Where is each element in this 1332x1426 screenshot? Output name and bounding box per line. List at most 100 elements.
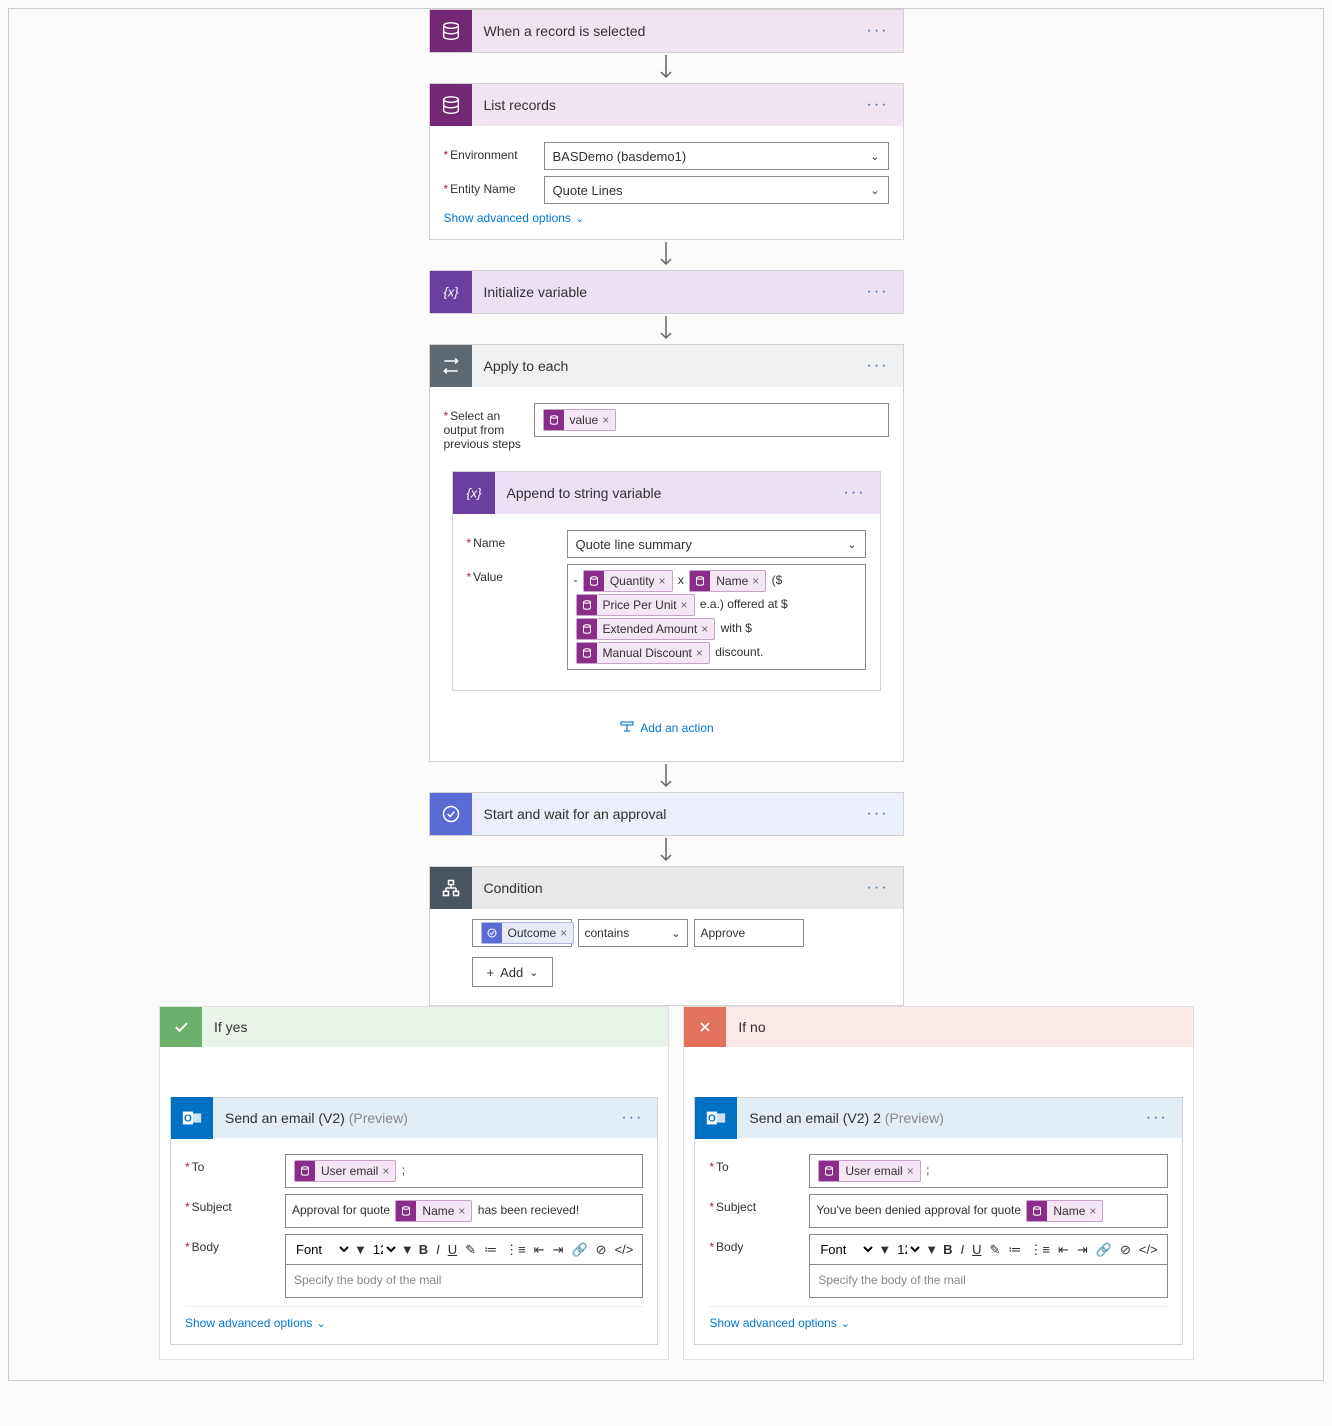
select-output-label: Select an output from previous steps — [444, 403, 534, 451]
indent-icon[interactable]: ⇥ — [550, 1242, 567, 1258]
italic-icon[interactable]: I — [433, 1242, 443, 1257]
numbers-icon[interactable]: ⋮≡ — [1026, 1242, 1053, 1258]
show-advanced-link[interactable]: Show advanced options ⌄ — [444, 211, 585, 225]
indent-icon[interactable]: ⇥ — [1074, 1242, 1091, 1258]
variable-icon: {x} — [430, 271, 472, 313]
outlook-icon: O — [695, 1097, 737, 1139]
link-icon[interactable]: 🔗 — [1093, 1242, 1115, 1258]
list-title: List records — [472, 97, 853, 113]
bullets-icon[interactable]: ≔ — [481, 1242, 500, 1258]
append-name-select[interactable]: Quote line summary⌄ — [567, 530, 866, 558]
condition-op[interactable]: contains⌄ — [578, 919, 688, 947]
bold-icon[interactable]: B — [940, 1242, 955, 1257]
add-action-link[interactable]: Add an action — [618, 719, 713, 737]
arrow-icon — [658, 240, 674, 270]
trigger-title: When a record is selected — [472, 23, 853, 39]
body-field[interactable]: Specify the body of the mail — [285, 1264, 643, 1298]
price-token[interactable]: Price Per Unit× — [576, 594, 695, 616]
show-advanced-link[interactable]: Show advanced options ⌄ — [709, 1316, 850, 1330]
unlink-icon[interactable]: ⊘ — [1117, 1242, 1134, 1258]
loop-menu[interactable]: ··· — [853, 357, 903, 375]
outdent-icon[interactable]: ⇤ — [1055, 1242, 1072, 1258]
arrow-icon — [658, 314, 674, 344]
if-yes-branch: If yes O Send an email (V2) (Preview) ··… — [159, 1006, 669, 1360]
check-icon — [160, 1007, 202, 1047]
highlight-icon[interactable]: ✎ — [987, 1242, 1004, 1258]
email-no-card[interactable]: O Send an email (V2) 2 (Preview) ··· To … — [694, 1097, 1182, 1345]
condition-card[interactable]: Condition ··· Outcome× contains⌄ Approve… — [429, 866, 904, 1006]
condition-left[interactable]: Outcome× — [472, 919, 572, 947]
append-name-label: Name — [467, 530, 567, 550]
italic-icon[interactable]: I — [958, 1242, 968, 1257]
font-select[interactable]: Font — [292, 1241, 352, 1258]
subject-field[interactable]: You've been denied approval for quote Na… — [809, 1194, 1167, 1228]
env-select[interactable]: BASDemo (basdemo1)⌄ — [544, 142, 889, 170]
bold-icon[interactable]: B — [416, 1242, 431, 1257]
font-select[interactable]: Font — [816, 1241, 876, 1258]
name-token[interactable]: Name× — [1026, 1200, 1103, 1222]
outlook-icon: O — [171, 1097, 213, 1139]
size-select[interactable]: 12 — [893, 1241, 923, 1258]
email-no-title: Send an email (V2) 2 (Preview) — [737, 1110, 1131, 1126]
body-field[interactable]: Specify the body of the mail — [809, 1264, 1167, 1298]
email-yes-card[interactable]: O Send an email (V2) (Preview) ··· To Us… — [170, 1097, 658, 1345]
append-menu[interactable]: ··· — [830, 484, 880, 502]
user-email-token[interactable]: User email× — [294, 1160, 396, 1182]
size-select[interactable]: 12 — [369, 1241, 399, 1258]
subject-label: Subject — [709, 1194, 809, 1214]
svg-text:{x}: {x} — [466, 486, 482, 501]
to-field[interactable]: User email× ; — [285, 1154, 643, 1188]
cds-icon — [430, 10, 472, 52]
remove-token[interactable]: × — [602, 409, 609, 431]
approval-card[interactable]: Start and wait for an approval ··· — [429, 792, 904, 836]
append-card[interactable]: {x} Append to string variable ··· Name Q… — [452, 471, 881, 691]
approval-menu[interactable]: ··· — [853, 805, 903, 823]
to-field[interactable]: User email× ; — [809, 1154, 1167, 1188]
add-condition-button[interactable]: +Add⌄ — [472, 957, 554, 987]
show-advanced-link[interactable]: Show advanced options ⌄ — [185, 1316, 326, 1330]
body-label: Body — [185, 1234, 285, 1254]
email-yes-menu[interactable]: ··· — [607, 1109, 657, 1127]
link-icon[interactable]: 🔗 — [568, 1242, 590, 1258]
loop-card[interactable]: Apply to each ··· Select an output from … — [429, 344, 904, 762]
list-records-card[interactable]: List records ··· Environment BASDemo (ba… — [429, 83, 904, 240]
to-label: To — [185, 1154, 285, 1174]
chevron-down-icon: ⌄ — [870, 150, 879, 163]
trigger-menu[interactable]: ··· — [853, 22, 903, 40]
subject-field[interactable]: Approval for quote Name× has been reciev… — [285, 1194, 643, 1228]
discount-token[interactable]: Manual Discount× — [576, 642, 710, 664]
email-no-menu[interactable]: ··· — [1132, 1109, 1182, 1127]
underline-icon[interactable]: U — [445, 1242, 460, 1257]
extended-token[interactable]: Extended Amount× — [576, 618, 716, 640]
initvar-menu[interactable]: ··· — [853, 283, 903, 301]
entity-select[interactable]: Quote Lines⌄ — [544, 176, 889, 204]
append-value-field[interactable]: - Quantity× x Name× ($ Price Per Unit× e… — [567, 564, 866, 670]
variable-icon: {x} — [453, 472, 495, 514]
rte-toolbar: Font ▼ 12 ▼ B I U ✎ ≔ ⋮≡ ⇤ — [285, 1234, 643, 1264]
plus-icon: + — [487, 965, 495, 980]
bullets-icon[interactable]: ≔ — [1005, 1242, 1024, 1258]
highlight-icon[interactable]: ✎ — [462, 1242, 479, 1258]
approval-title: Start and wait for an approval — [472, 806, 853, 822]
condition-right[interactable]: Approve — [694, 919, 804, 947]
name-token[interactable]: Name× — [395, 1200, 472, 1222]
name-token[interactable]: Name× — [689, 570, 766, 592]
initvar-card[interactable]: {x} Initialize variable ··· — [429, 270, 904, 314]
yes-title: If yes — [202, 1019, 668, 1035]
underline-icon[interactable]: U — [969, 1242, 984, 1257]
close-icon — [684, 1007, 726, 1047]
select-output-field[interactable]: value× — [534, 403, 889, 437]
unlink-icon[interactable]: ⊘ — [593, 1242, 610, 1258]
condition-menu[interactable]: ··· — [853, 879, 903, 897]
outcome-token[interactable]: Outcome× — [481, 922, 575, 944]
code-icon[interactable]: </> — [612, 1242, 637, 1257]
outdent-icon[interactable]: ⇤ — [531, 1242, 548, 1258]
numbers-icon[interactable]: ⋮≡ — [502, 1242, 529, 1258]
trigger-card[interactable]: When a record is selected ··· — [429, 9, 904, 53]
list-menu[interactable]: ··· — [853, 96, 903, 114]
user-email-token[interactable]: User email× — [818, 1160, 920, 1182]
value-token[interactable]: value× — [543, 409, 617, 431]
code-icon[interactable]: </> — [1136, 1242, 1161, 1257]
quantity-token[interactable]: Quantity× — [583, 570, 673, 592]
subject-label: Subject — [185, 1194, 285, 1214]
